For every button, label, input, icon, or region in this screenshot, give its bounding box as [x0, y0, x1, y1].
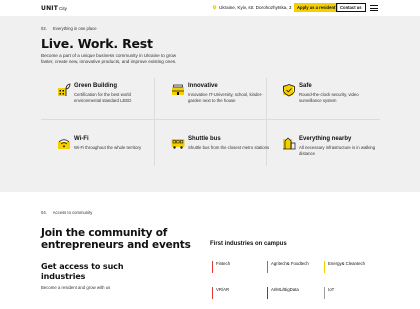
feature-title: Innovative	[188, 83, 218, 89]
access-subtitle: Become a resident and grow with us	[41, 285, 111, 290]
shield-icon	[283, 84, 295, 97]
location-pin-icon	[212, 5, 217, 10]
logo-city: City	[59, 5, 67, 11]
logo-mark: UNIT	[41, 4, 59, 12]
contact-us-button[interactable]: Contact us	[336, 3, 366, 12]
industries-title: First industries on campus	[210, 241, 287, 247]
section-label: 02. Everything in one place	[41, 26, 97, 31]
feature-title: Wi-Fi	[74, 136, 89, 142]
nearby-icon	[283, 137, 296, 150]
feature-desc: Certification for the best world environ…	[74, 92, 132, 103]
industry-iot[interactable]: IoT	[324, 287, 374, 307]
menu-icon[interactable]	[370, 5, 378, 11]
industry-ai-ml[interactable]: AI/ML/BigData	[267, 287, 317, 307]
address[interactable]: Ukraine, Kyiv, str. Dorohozhytska, 3	[212, 5, 291, 10]
section-name: Access to community	[52, 210, 93, 215]
page-title: Live. Work. Rest	[41, 36, 153, 51]
innovative-icon	[172, 84, 184, 95]
feature-desc: Wi-Fi throughout the whole territory	[74, 145, 142, 150]
bus-icon	[171, 139, 185, 149]
feature-desc: Innovative IT-University, school, kinder…	[188, 92, 263, 103]
grid-divider	[41, 119, 380, 120]
address-text: Ukraine, Kyiv, str. Dorohozhytska, 3	[219, 5, 292, 10]
industry-energy[interactable]: Energy& Cleantech	[324, 261, 374, 281]
intro-text: Become a part of a unique business commu…	[41, 53, 177, 64]
apply-resident-button[interactable]: Apply as a resident	[294, 3, 339, 12]
access-title: Get access to such industries	[41, 262, 124, 281]
industry-agritech[interactable]: Agritech& Foodtech	[267, 261, 317, 281]
feature-desc: Shuttle bus from the closest metro stati…	[188, 145, 270, 150]
green-building-icon	[58, 83, 71, 96]
feature-desc: All necessary infrastructure is in walki…	[299, 145, 376, 156]
community-section-label: 04. Access to community	[41, 210, 92, 215]
industry-vr-ar[interactable]: VR/AR	[212, 287, 262, 307]
feature-desc: Round-the-clock security, video surveill…	[299, 92, 359, 103]
feature-title: Safe	[299, 83, 312, 89]
section-number: 02.	[41, 26, 47, 31]
industry-fintech[interactable]: Fintech	[212, 261, 262, 281]
section-number: 04.	[41, 210, 47, 215]
feature-title: Green Building	[74, 83, 118, 89]
site-header: UNIT City Ukraine, Kyiv, str. Dorohozhyt…	[0, 0, 420, 16]
logo[interactable]: UNIT City	[41, 4, 67, 12]
feature-title: Shuttle bus	[188, 136, 221, 142]
feature-title: Everything nearby	[299, 136, 352, 142]
community-title: Join the community of entrepreneurs and …	[41, 227, 191, 251]
wifi-icon	[58, 139, 70, 149]
section-name: Everything in one place	[53, 26, 97, 31]
